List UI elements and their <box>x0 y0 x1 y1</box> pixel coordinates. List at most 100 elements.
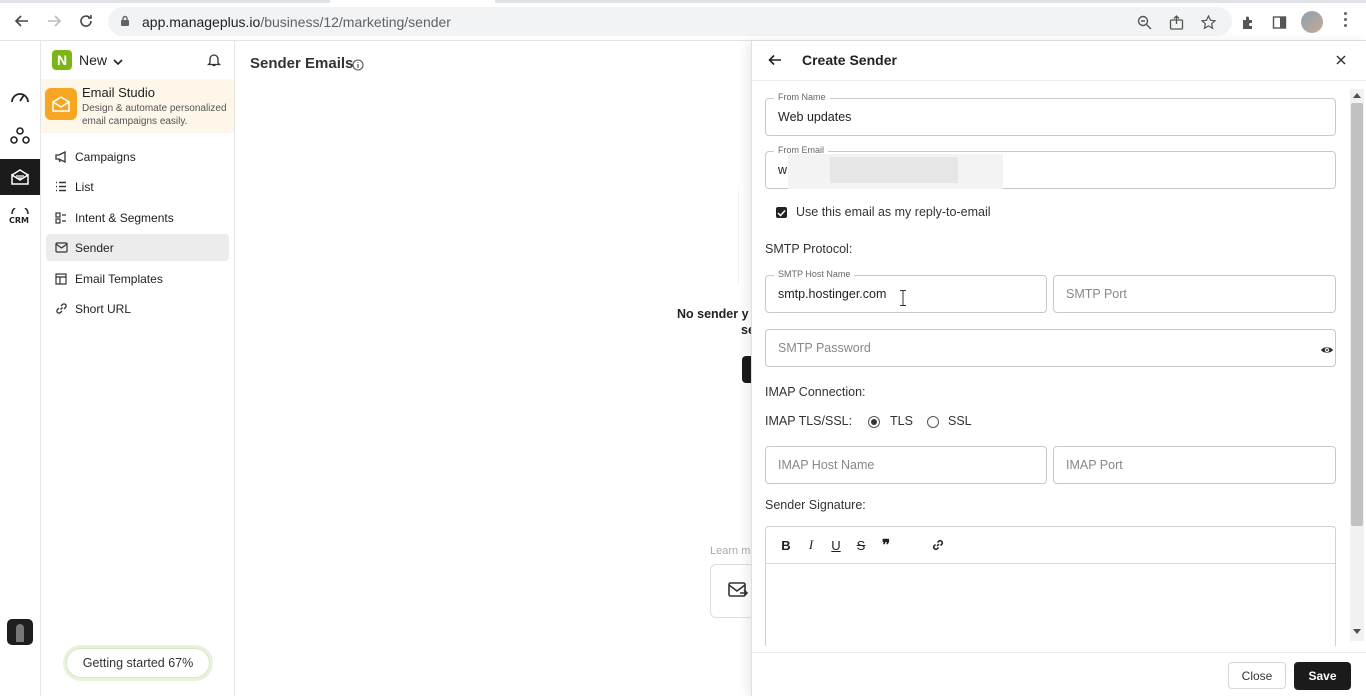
url-host: app.manageplus.io <box>142 14 261 30</box>
tls-radio-label: TLS <box>890 414 913 428</box>
underline-button[interactable]: U <box>828 537 844 553</box>
redacted-area <box>788 154 1003 189</box>
new-menu-label[interactable]: New <box>79 52 107 68</box>
imap-port-field[interactable]: IMAP Port <box>1053 446 1336 484</box>
address-bar[interactable]: app.manageplus.io/business/12/marketing/… <box>108 7 1232 36</box>
drawer-scrollbar[interactable] <box>1350 89 1364 641</box>
italic-button[interactable]: I <box>803 537 819 553</box>
back-arrow-icon[interactable] <box>12 11 32 31</box>
drawer-header: Create Sender <box>752 41 1366 81</box>
signature-editor[interactable]: B I U S ❞ <box>765 526 1336 646</box>
sidebar-item-email-templates[interactable]: Email Templates <box>46 265 229 292</box>
email-studio-card: Email Studio Design & automate personali… <box>41 79 234 133</box>
crm-icon[interactable]: CRM <box>0 198 40 234</box>
link-icon[interactable] <box>930 537 946 553</box>
smtp-section-heading: SMTP Protocol: <box>765 242 853 256</box>
signature-section-heading: Sender Signature: <box>765 498 866 512</box>
url-path: /business/12/marketing/sender <box>260 14 451 30</box>
sender-mail-icon <box>53 240 69 256</box>
empty-state-title: No sender y <box>677 307 749 321</box>
bell-icon[interactable] <box>206 52 222 70</box>
scroll-up-arrow-icon[interactable] <box>1353 93 1361 98</box>
close-icon[interactable] <box>1335 54 1347 69</box>
save-button[interactable]: Save <box>1294 662 1351 690</box>
list-icon <box>53 179 69 195</box>
email-studio-icon[interactable] <box>0 159 40 195</box>
app-logo: N <box>52 50 72 70</box>
sidebar: N New Email Studio Design & automate per… <box>41 41 235 696</box>
imap-section-heading: IMAP Connection: <box>765 385 866 399</box>
imap-host-placeholder: IMAP Host Name <box>778 458 875 472</box>
tls-radio[interactable] <box>868 416 880 428</box>
smtp-password-placeholder: SMTP Password <box>778 341 871 355</box>
zoom-icon[interactable] <box>1135 13 1153 31</box>
smtp-host-label: SMTP Host Name <box>774 269 855 279</box>
from-name-field[interactable]: From Name Web updates <box>765 92 1336 136</box>
studio-subtitle: Design & automate personalized email cam… <box>82 103 227 127</box>
svg-text:CRM: CRM <box>9 216 29 224</box>
forward-arrow-icon[interactable] <box>44 11 64 31</box>
network-nodes-icon[interactable] <box>0 118 40 154</box>
url-text: app.manageplus.io/business/12/marketing/… <box>142 14 451 30</box>
mail-arrow-icon <box>728 581 749 602</box>
sidebar-item-label: Short URL <box>75 301 132 316</box>
drawer-title: Create Sender <box>802 52 897 68</box>
sidebar-item-intent-segments[interactable]: Intent & Segments <box>46 204 229 231</box>
profile-avatar[interactable] <box>1301 11 1323 33</box>
envelope-icon <box>45 88 77 120</box>
from-email-field[interactable]: From Email w <box>765 145 1336 189</box>
user-avatar[interactable] <box>7 619 33 645</box>
learn-more-card[interactable] <box>710 564 755 618</box>
sidebar-item-label: Sender <box>75 240 114 255</box>
studio-title: Email Studio <box>82 85 155 100</box>
learn-more-text: Learn m <box>710 545 751 557</box>
back-arrow-icon[interactable] <box>768 53 782 70</box>
drawer-footer: Close Save <box>752 652 1366 696</box>
smtp-port-placeholder: SMTP Port <box>1066 287 1127 301</box>
sidebar-item-label: List <box>75 179 94 194</box>
more-menu-icon[interactable] <box>1344 12 1348 30</box>
sidebar-item-short-url[interactable]: Short URL <box>46 295 229 322</box>
sidebar-item-list[interactable]: List <box>46 173 229 200</box>
ssl-radio[interactable] <box>927 416 939 428</box>
info-icon[interactable] <box>352 59 364 74</box>
sidebar-item-sender[interactable]: Sender <box>46 234 229 261</box>
create-sender-drawer: Create Sender From Name Web updates From… <box>751 41 1366 696</box>
empty-illustration <box>738 190 752 285</box>
from-name-label: From Name <box>774 92 830 102</box>
side-panel-icon[interactable] <box>1270 13 1288 31</box>
link-icon <box>53 301 69 317</box>
editor-toolbar: B I U S ❞ <box>766 527 1335 564</box>
segments-icon <box>53 210 69 226</box>
smtp-password-field[interactable]: SMTP Password <box>765 329 1336 367</box>
sidebar-item-label: Campaigns <box>75 149 136 164</box>
close-button[interactable]: Close <box>1228 662 1286 689</box>
smtp-host-field[interactable]: SMTP Host Name smtp.hostinger.com <box>765 269 1047 313</box>
sidebar-header: N New <box>41 41 234 79</box>
text-cursor-icon <box>900 290 906 306</box>
imap-host-field[interactable]: IMAP Host Name <box>765 446 1047 484</box>
scrollbar-thumb[interactable] <box>1351 103 1363 526</box>
app-rail: CRM <box>0 41 41 696</box>
chevron-down-icon[interactable] <box>113 54 123 69</box>
extensions-icon[interactable] <box>1239 13 1257 31</box>
smtp-port-field[interactable]: SMTP Port <box>1053 275 1336 313</box>
strikethrough-button[interactable]: S <box>853 537 869 553</box>
share-icon[interactable] <box>1167 13 1185 31</box>
page-title: Sender Emails <box>250 55 354 72</box>
getting-started-button[interactable]: Getting started 67% <box>66 648 210 678</box>
scroll-down-arrow-icon[interactable] <box>1353 629 1361 634</box>
bold-button[interactable]: B <box>778 537 794 553</box>
bookmark-star-icon[interactable] <box>1199 13 1217 31</box>
quote-button[interactable]: ❞ <box>878 537 894 554</box>
dashboard-gauge-icon[interactable] <box>0 79 40 115</box>
sidebar-item-label: Email Templates <box>75 271 163 286</box>
reply-to-label: Use this email as my reply-to-email <box>796 205 991 219</box>
smtp-host-value: smtp.hostinger.com <box>778 287 887 301</box>
sidebar-item-campaigns[interactable]: Campaigns <box>46 143 229 170</box>
imap-port-placeholder: IMAP Port <box>1066 458 1123 472</box>
eye-icon[interactable] <box>1320 343 1334 358</box>
lock-icon <box>120 15 130 30</box>
reply-to-checkbox[interactable] <box>776 207 787 218</box>
reload-icon[interactable] <box>76 11 96 31</box>
